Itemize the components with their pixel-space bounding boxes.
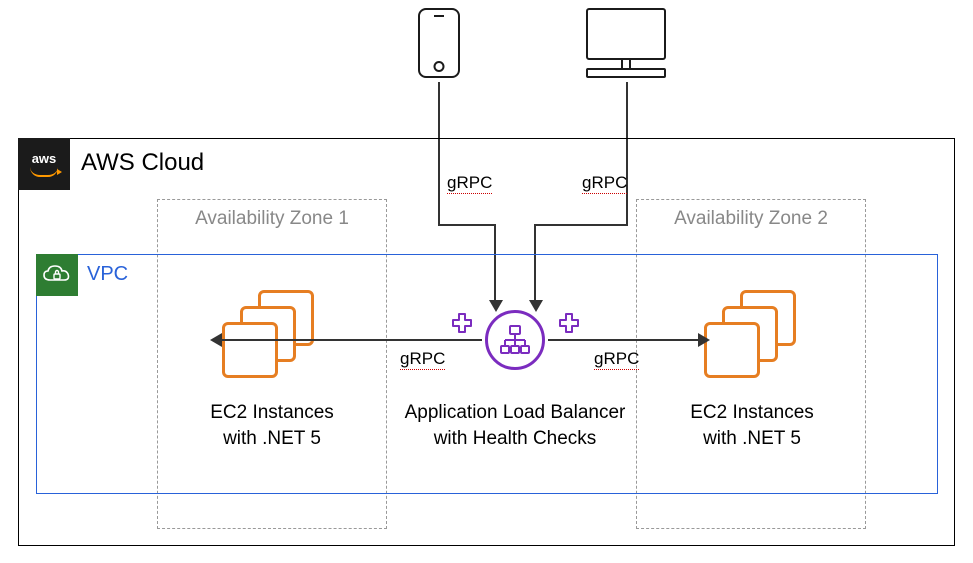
vpc-title: VPC — [87, 263, 128, 286]
aws-logo-badge: aws — [18, 138, 70, 190]
alb-label: Application Load Balancer with Health Ch… — [398, 400, 632, 451]
ec2-left-label: EC2 Instances with .NET 5 — [172, 400, 372, 451]
arrowhead-alb-right — [698, 333, 710, 347]
ec2-right-line1: EC2 Instances — [690, 402, 814, 423]
ec2-left-line1: EC2 Instances — [210, 402, 334, 423]
ec2-right-label: EC2 Instances with .NET 5 — [652, 400, 852, 451]
mobile-client-icon — [418, 8, 460, 78]
ec2-instances-right-icon — [704, 290, 804, 380]
ec2-left-line2: with .NET 5 — [223, 428, 321, 449]
ec2-right-line2: with .NET 5 — [703, 428, 801, 449]
arrow-alb-right — [548, 339, 698, 341]
alb-line1: Application Load Balancer — [405, 402, 626, 423]
arrowhead-alb-left — [210, 333, 222, 347]
ec2-instances-left-icon — [222, 290, 322, 380]
load-balancer-icon — [497, 322, 533, 358]
application-load-balancer-icon — [485, 310, 545, 370]
aws-cloud-title: AWS Cloud — [81, 149, 204, 177]
vpc-badge — [36, 254, 78, 296]
grpc-label-left: gRPC — [400, 349, 445, 370]
aws-logo-text: aws — [32, 151, 57, 166]
desktop-client-icon — [586, 8, 666, 78]
health-check-plus-left-icon — [451, 312, 473, 334]
architecture-diagram: gRPC gRPC aws AWS Cloud Availability Zon… — [0, 0, 973, 563]
health-check-plus-right-icon — [558, 312, 580, 334]
grpc-label-right: gRPC — [594, 349, 639, 370]
alb-line2: with Health Checks — [434, 428, 597, 449]
aws-smile-icon — [30, 167, 58, 177]
arrow-alb-left — [222, 339, 482, 341]
az1-label: Availability Zone 1 — [158, 208, 386, 230]
az2-label: Availability Zone 2 — [637, 208, 865, 230]
vpc-cloud-lock-icon — [42, 264, 72, 286]
